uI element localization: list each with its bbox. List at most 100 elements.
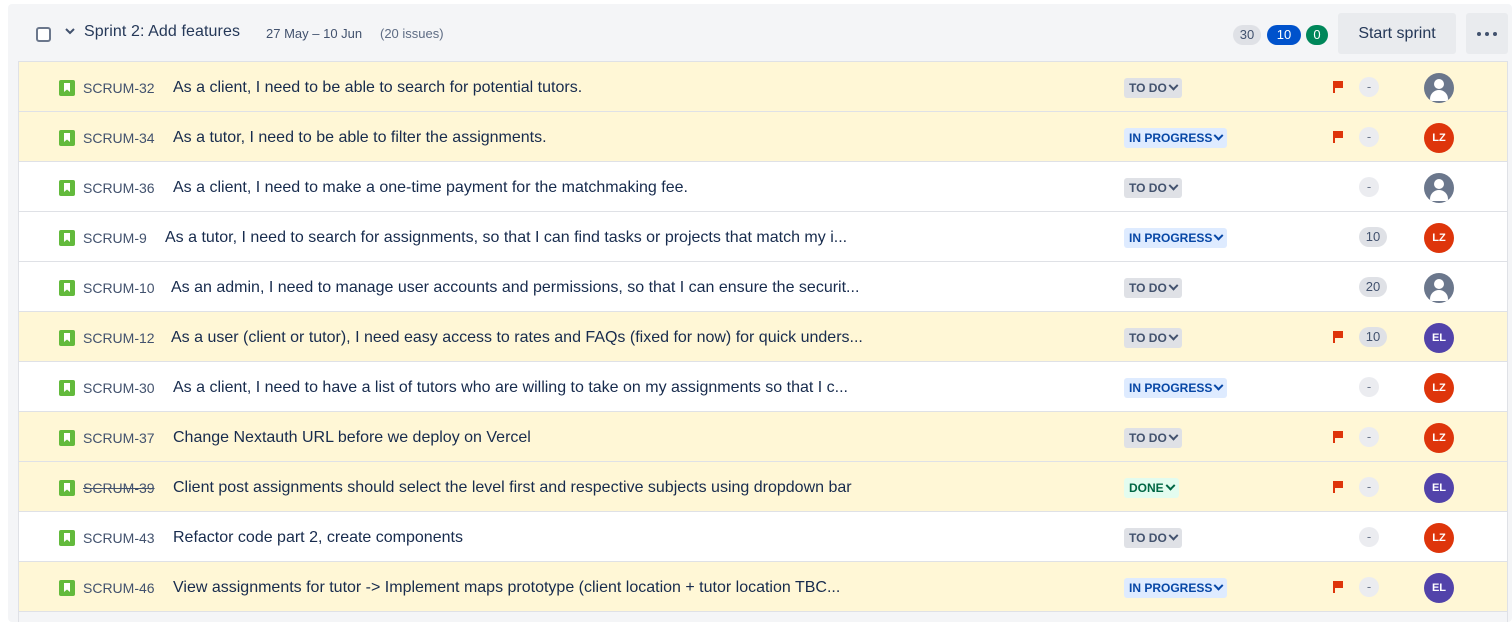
flag-icon xyxy=(1333,131,1343,143)
issue-summary[interactable]: As a tutor, I need to be able to filter … xyxy=(173,129,547,147)
issue-summary[interactable]: Client post assignments should select th… xyxy=(173,479,852,497)
story-icon xyxy=(59,480,75,496)
flag-icon xyxy=(1333,581,1343,593)
issue-key[interactable]: SCRUM-12 xyxy=(83,330,155,346)
issue-key[interactable]: SCRUM-46 xyxy=(83,580,155,596)
more-dot-icon xyxy=(1485,32,1489,36)
story-points-estimate[interactable]: - xyxy=(1359,127,1379,147)
issue-key[interactable]: SCRUM-39 xyxy=(83,480,155,496)
chevron-down-icon xyxy=(1213,380,1224,391)
issue-row[interactable]: SCRUM-32 As a client, I need to be able t… xyxy=(19,62,1507,112)
status-label: DONE xyxy=(1129,481,1164,495)
issue-row[interactable]: SCRUM-9 As a tutor, I need to search for … xyxy=(19,212,1507,262)
status-label: TO DO xyxy=(1129,281,1167,295)
chevron-down-icon xyxy=(1168,430,1179,441)
issue-summary[interactable]: Change Nextauth URL before we deploy on … xyxy=(173,429,531,447)
issue-row[interactable]: SCRUM-30 As a client, I need to have a li… xyxy=(19,362,1507,412)
assignee-avatar[interactable]: EL xyxy=(1424,573,1454,603)
story-icon xyxy=(59,580,75,596)
chevron-down-icon[interactable] xyxy=(63,24,77,38)
status-label: TO DO xyxy=(1129,81,1167,95)
issue-key[interactable]: SCRUM-30 xyxy=(83,380,155,396)
unassigned-avatar-icon[interactable] xyxy=(1424,173,1454,203)
issue-key[interactable]: SCRUM-34 xyxy=(83,130,155,146)
assignee-avatar[interactable]: LZ xyxy=(1424,223,1454,253)
issue-summary[interactable]: As a user (client or tutor), I need easy… xyxy=(171,329,863,347)
assignee-avatar[interactable]: EL xyxy=(1424,473,1454,503)
issue-row[interactable]: SCRUM-10 As an admin, I need to manage us… xyxy=(19,262,1507,312)
issue-row[interactable]: SCRUM-46 View assignments for tutor -> Im… xyxy=(19,562,1507,612)
person-head-shape xyxy=(1434,79,1444,89)
issue-summary[interactable]: As a tutor, I need to search for assignm… xyxy=(165,229,847,247)
sprint-issue-count: (20 issues) xyxy=(380,26,444,41)
start-sprint-button[interactable]: Start sprint xyxy=(1338,13,1456,54)
status-dropdown[interactable]: IN PROGRESS xyxy=(1124,128,1228,148)
status-dropdown[interactable]: TO DO xyxy=(1124,528,1182,548)
status-label: IN PROGRESS xyxy=(1129,131,1213,145)
status-dropdown[interactable]: IN PROGRESS xyxy=(1124,228,1228,248)
story-points-estimate[interactable]: - xyxy=(1359,77,1379,97)
status-dropdown[interactable]: TO DO xyxy=(1124,78,1182,98)
status-label: IN PROGRESS xyxy=(1129,231,1213,245)
story-points-estimate[interactable]: - xyxy=(1359,177,1379,197)
story-icon xyxy=(59,430,75,446)
issue-row[interactable]: SCRUM-12 As a user (client or tutor), I n… xyxy=(19,312,1507,362)
story-points-estimate[interactable]: - xyxy=(1359,477,1379,497)
story-points-estimate[interactable]: - xyxy=(1359,577,1379,597)
story-points-estimate[interactable]: 10 xyxy=(1359,227,1387,247)
status-dropdown[interactable]: IN PROGRESS xyxy=(1124,578,1228,598)
story-points-estimate[interactable]: - xyxy=(1359,377,1379,397)
sprint-name[interactable]: Sprint 2: Add features xyxy=(84,23,240,41)
issue-row[interactable]: SCRUM-43 Refactor code part 2, create com… xyxy=(19,512,1507,562)
chevron-down-icon xyxy=(1168,280,1179,291)
story-points-estimate[interactable]: - xyxy=(1359,427,1379,447)
sprint-select-checkbox[interactable] xyxy=(36,27,51,42)
issue-key[interactable]: SCRUM-10 xyxy=(83,280,155,296)
more-actions-button[interactable] xyxy=(1466,13,1508,54)
unassigned-avatar-icon[interactable] xyxy=(1424,273,1454,303)
flag-icon xyxy=(1333,331,1343,343)
issue-key[interactable]: SCRUM-43 xyxy=(83,530,155,546)
story-points-estimate[interactable]: 20 xyxy=(1359,277,1387,297)
issue-row[interactable]: SCRUM-34 As a tutor, I need to be able to… xyxy=(19,112,1507,162)
issue-key[interactable]: SCRUM-32 xyxy=(83,80,155,96)
sprint-dates: 27 May – 10 Jun xyxy=(266,26,363,41)
issue-summary[interactable]: As a client, I need to be able to search… xyxy=(173,79,582,97)
person-body-shape xyxy=(1430,290,1448,301)
status-dropdown[interactable]: TO DO xyxy=(1124,428,1182,448)
issue-summary[interactable]: View assignments for tutor -> Implement … xyxy=(173,579,840,597)
issue-key[interactable]: SCRUM-9 xyxy=(83,230,147,246)
assignee-avatar[interactable]: LZ xyxy=(1424,523,1454,553)
issue-summary[interactable]: As a client, I need to make a one-time p… xyxy=(173,179,688,197)
chevron-down-icon xyxy=(1168,330,1179,341)
story-icon xyxy=(59,330,75,346)
story-icon xyxy=(59,380,75,396)
status-dropdown[interactable]: IN PROGRESS xyxy=(1124,378,1228,398)
story-icon xyxy=(59,280,75,296)
person-body-shape xyxy=(1430,190,1448,201)
assignee-avatar[interactable]: LZ xyxy=(1424,373,1454,403)
story-icon xyxy=(59,130,75,146)
chevron-down-icon xyxy=(1168,530,1179,541)
status-dropdown[interactable]: TO DO xyxy=(1124,328,1182,348)
issue-key[interactable]: SCRUM-37 xyxy=(83,430,155,446)
status-dropdown[interactable]: DONE xyxy=(1124,478,1179,498)
issue-summary[interactable]: As an admin, I need to manage user accou… xyxy=(171,279,859,297)
chevron-down-icon xyxy=(1213,130,1224,141)
chevron-down-icon xyxy=(1165,480,1176,491)
story-points-estimate[interactable]: 10 xyxy=(1359,327,1387,347)
unassigned-avatar-icon[interactable] xyxy=(1424,73,1454,103)
issue-row[interactable]: SCRUM-36 As a client, I need to make a on… xyxy=(19,162,1507,212)
issue-row[interactable]: SCRUM-39 Client post assignments should s… xyxy=(19,462,1507,512)
status-dropdown[interactable]: TO DO xyxy=(1124,178,1182,198)
assignee-avatar[interactable]: LZ xyxy=(1424,423,1454,453)
issue-row[interactable]: SCRUM-37 Change Nextauth URL before we de… xyxy=(19,412,1507,462)
status-label: TO DO xyxy=(1129,531,1167,545)
assignee-avatar[interactable]: EL xyxy=(1424,323,1454,353)
story-points-estimate[interactable]: - xyxy=(1359,527,1379,547)
assignee-avatar[interactable]: LZ xyxy=(1424,123,1454,153)
issue-summary[interactable]: Refactor code part 2, create components xyxy=(173,529,463,547)
issue-key[interactable]: SCRUM-36 xyxy=(83,180,155,196)
status-dropdown[interactable]: TO DO xyxy=(1124,278,1182,298)
issue-summary[interactable]: As a client, I need to have a list of tu… xyxy=(173,379,848,397)
